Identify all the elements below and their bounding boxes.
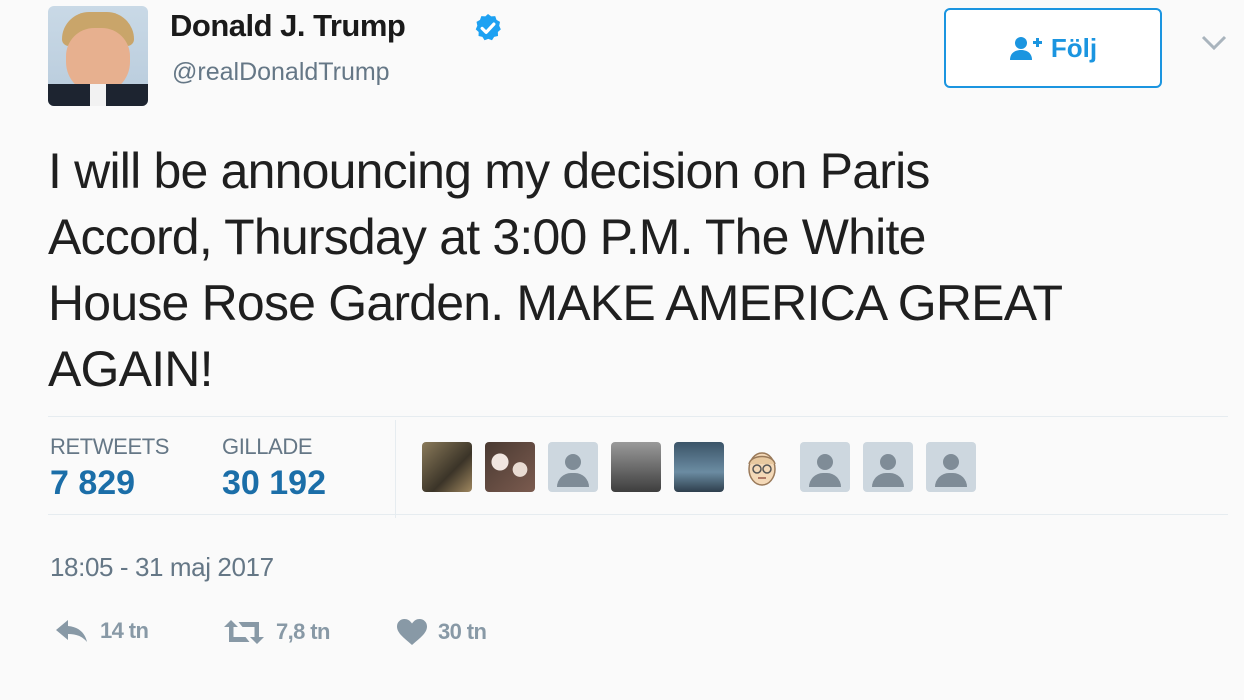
liker-avatar[interactable]: [485, 442, 535, 492]
reply-count: 14 tn: [100, 618, 149, 643]
cartoon-face-icon: [748, 452, 776, 486]
retweet-icon: [224, 620, 264, 644]
author-avatar[interactable]: [48, 6, 148, 106]
author-handle[interactable]: @realDonaldTrump: [172, 58, 390, 87]
liker-avatar[interactable]: [674, 442, 724, 492]
liker-default-avatar[interactable]: [863, 442, 913, 492]
verified-badge-icon: [475, 14, 501, 41]
liker-default-avatar[interactable]: [548, 442, 598, 492]
retweet-button[interactable]: 7,8 tn: [222, 618, 330, 646]
likes-count[interactable]: 30 192: [222, 464, 326, 503]
liker-default-avatar[interactable]: [800, 442, 850, 492]
follow-button[interactable]: Följ: [944, 8, 1162, 88]
retweets-label: RETWEETS: [50, 434, 170, 459]
liker-cartoon-avatar[interactable]: [737, 442, 787, 492]
retweets-count[interactable]: 7 829: [50, 464, 135, 503]
liker-default-avatar[interactable]: [926, 442, 976, 492]
liker-avatar[interactable]: [422, 442, 472, 492]
like-count: 30 tn: [438, 619, 487, 644]
reply-button[interactable]: 14 tn: [54, 618, 149, 644]
avatar-shirt: [90, 84, 106, 106]
tweet-timestamp[interactable]: 18:05 - 31 maj 2017: [50, 552, 274, 583]
heart-icon: [397, 619, 427, 645]
liker-avatars: [422, 442, 976, 492]
divider-top: [48, 416, 1228, 417]
divider-bottom: [48, 514, 1228, 515]
follow-label: Följ: [1050, 32, 1098, 63]
reply-icon: [56, 620, 87, 642]
add-user-icon: [1009, 37, 1042, 60]
like-button[interactable]: 30 tn: [396, 618, 487, 646]
retweet-count: 7,8 tn: [276, 619, 330, 644]
tweet-text: I will be announcing my decision on Pari…: [48, 143, 1063, 397]
liker-avatar[interactable]: [611, 442, 661, 492]
divider-vertical: [395, 420, 396, 518]
likes-label: GILLADE: [222, 434, 313, 459]
author-name[interactable]: Donald J. Trump: [170, 8, 406, 44]
chevron-down-icon[interactable]: [1200, 34, 1228, 52]
